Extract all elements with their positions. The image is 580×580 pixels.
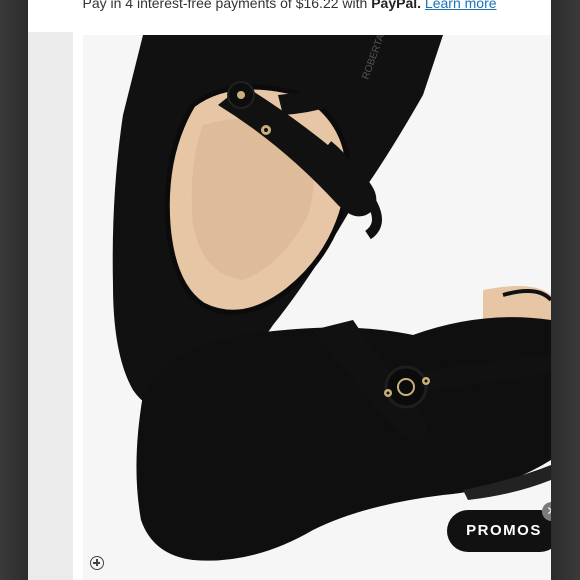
product-page: Pay in 4 interest-free payments of $16.2… [28,0,551,580]
paypal-label: PayPal. [371,0,422,11]
shoe-illustration: ROBERTA [112,35,551,561]
promos-button[interactable]: PROMOS [447,510,551,552]
product-photo[interactable]: ROBERTA [83,35,551,580]
zoom-in-icon[interactable] [90,556,104,570]
payment-info-line: Pay in 4 interest-free payments of $16.2… [28,0,551,16]
thumbnail-strip [28,32,73,580]
learn-more-link[interactable]: Learn more [425,0,497,11]
payment-text: Pay in 4 interest-free payments of $16.2… [82,0,372,11]
screen-background: Pay in 4 interest-free payments of $16.2… [0,0,580,580]
